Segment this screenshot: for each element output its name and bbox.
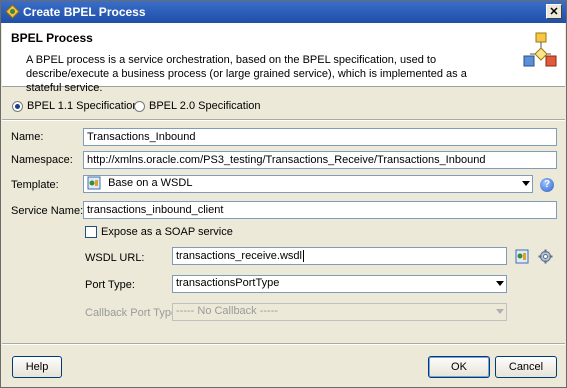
template-label: Template: (11, 179, 59, 191)
spec-20-label: BPEL 2.0 Specification (149, 100, 261, 112)
text-cursor (302, 250, 304, 263)
help-button[interactable]: Help (12, 356, 62, 378)
wsdl-browse-icon[interactable] (515, 249, 529, 264)
window-title: Create BPEL Process (23, 5, 146, 19)
name-label: Name: (11, 131, 44, 143)
title-bar: Create BPEL Process ✕ (1, 1, 566, 23)
ok-button[interactable]: OK (428, 356, 490, 378)
header-description: A BPEL process is a service orchestratio… (26, 54, 467, 94)
chevron-down-icon[interactable] (522, 181, 530, 186)
service-name-input[interactable]: transactions_inbound_client (83, 201, 557, 219)
template-value: Base on a WSDL (108, 177, 193, 189)
spec-11-radio[interactable] (12, 100, 23, 112)
namespace-input[interactable]: http://xmlns.oracle.com/PS3_testing/Tran… (83, 151, 557, 169)
template-select[interactable]: Base on a WSDL (83, 175, 533, 193)
service-explorer-icon[interactable] (538, 249, 553, 264)
wsdl-url-value: transactions_receive.wsdl (176, 250, 302, 262)
spec-20-radio[interactable] (134, 100, 145, 112)
header-title: BPEL Process (11, 31, 93, 45)
port-type-value: transactionsPortType (176, 277, 280, 289)
help-icon[interactable]: ? (540, 178, 554, 192)
header-panel: BPEL Process A BPEL process is a service… (2, 23, 565, 94)
namespace-label: Namespace: (11, 154, 73, 166)
port-type-label: Port Type: (85, 279, 135, 291)
expose-soap-checkbox[interactable] (85, 226, 97, 238)
port-type-select[interactable]: transactionsPortType (172, 275, 507, 293)
close-icon: ✕ (549, 6, 559, 18)
chevron-down-icon (496, 309, 504, 314)
spec-11-label: BPEL 1.1 Specification (27, 100, 139, 112)
spec-11-option[interactable]: BPEL 1.1 Specification (12, 98, 139, 114)
chevron-down-icon[interactable] (496, 281, 504, 286)
process-flow-icon (523, 32, 557, 67)
close-button[interactable]: ✕ (546, 4, 562, 19)
callback-port-type-value: ----- No Callback ----- (176, 305, 279, 317)
wsdl-url-label: WSDL URL: (85, 252, 145, 264)
cancel-button[interactable]: Cancel (495, 356, 557, 378)
expose-soap-label: Expose as a SOAP service (101, 226, 233, 238)
callback-port-type-label: Callback Port Type: (85, 307, 181, 319)
footer-separator (2, 343, 565, 345)
callback-port-type-select[interactable]: ----- No Callback ----- (172, 303, 507, 321)
wsdl-url-input[interactable]: transactions_receive.wsdl (172, 247, 507, 265)
spec-20-option[interactable]: BPEL 2.0 Specification (134, 98, 261, 114)
wsdl-template-icon (87, 176, 101, 190)
create-bpel-process-dialog: Create BPEL Process ✕ BPEL Process A BPE… (0, 0, 567, 388)
service-name-label: Service Name: (11, 205, 84, 217)
separator (2, 119, 565, 121)
name-input[interactable]: Transactions_Inbound (83, 128, 557, 146)
bpel-app-icon (5, 4, 20, 19)
